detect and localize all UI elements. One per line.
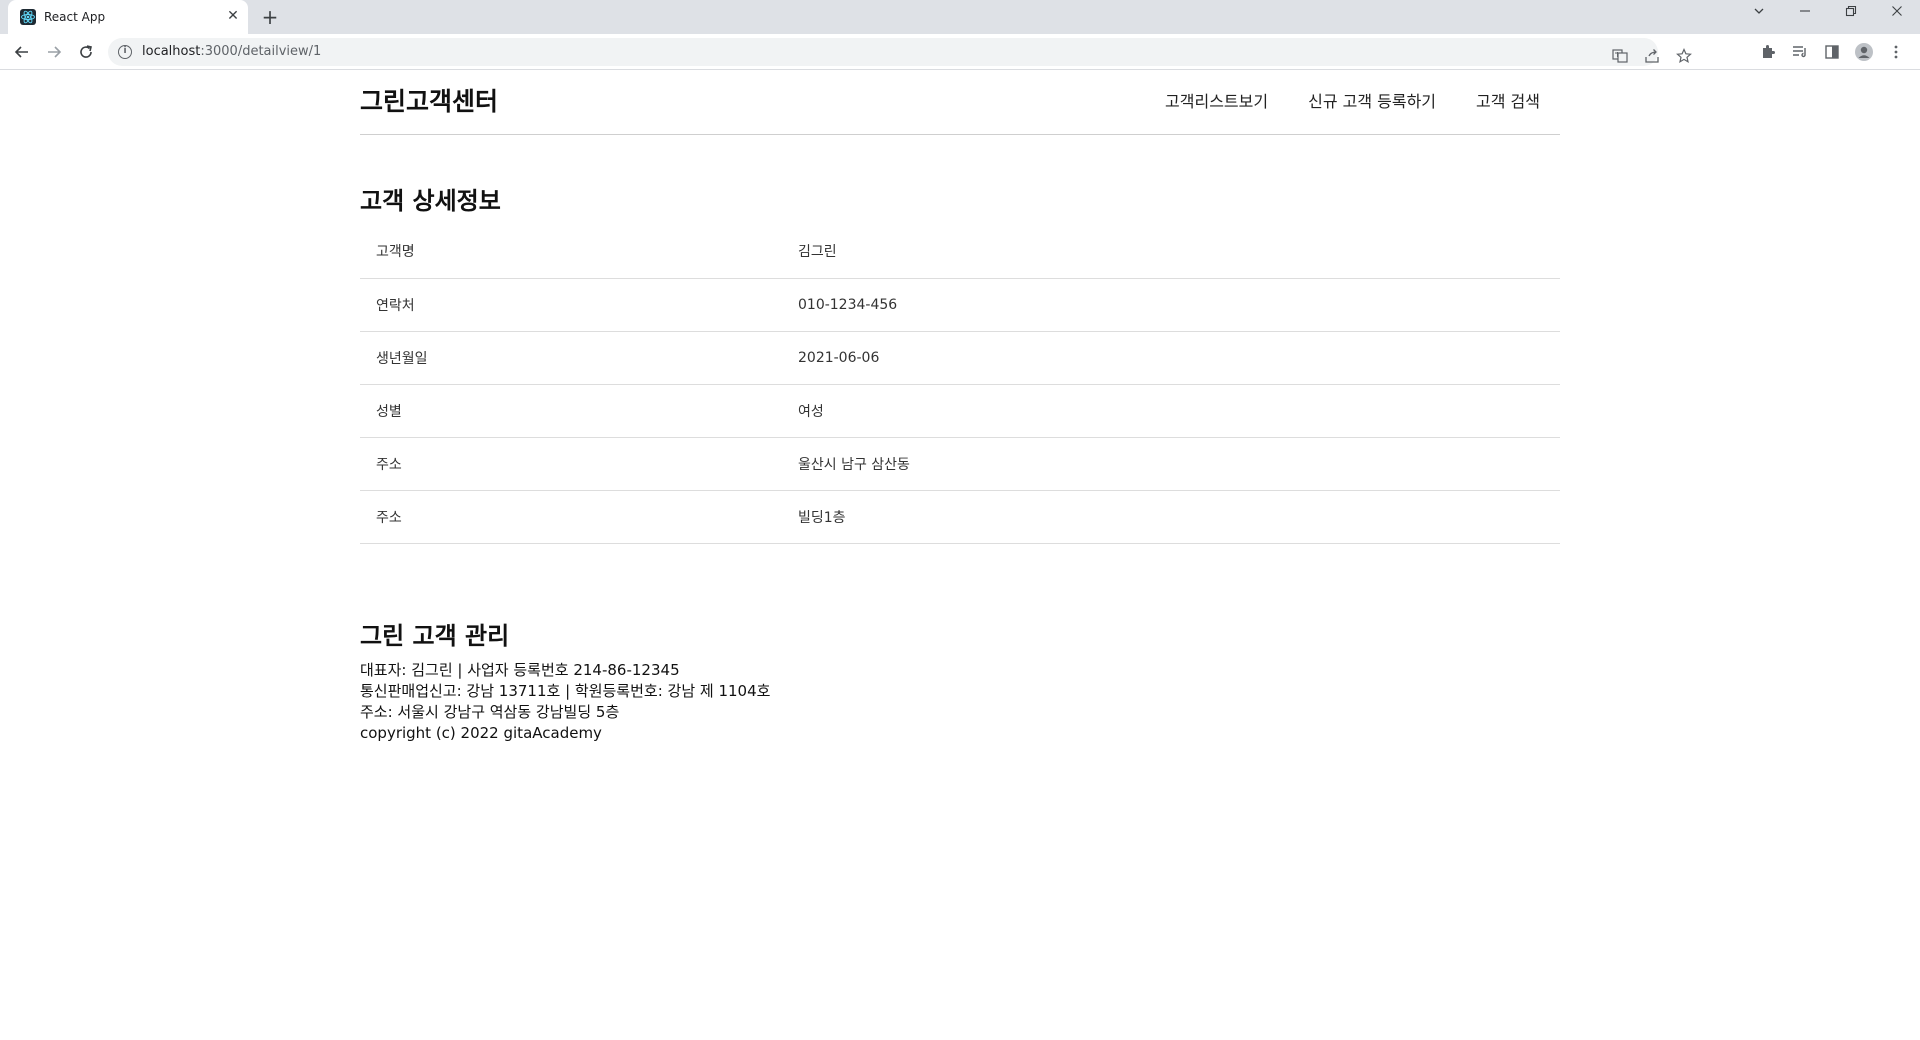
tab-title: React App bbox=[44, 10, 106, 24]
restore-icon[interactable] bbox=[1830, 0, 1872, 28]
kebab-menu-icon[interactable] bbox=[1882, 38, 1910, 66]
table-row: 고객명 김그린 bbox=[360, 225, 1560, 279]
field-label: 연락처 bbox=[360, 278, 798, 332]
star-icon[interactable] bbox=[1670, 42, 1698, 70]
field-value: 010-1234-456 bbox=[798, 278, 1560, 332]
footer-line: copyright (c) 2022 gitaAcademy bbox=[360, 724, 602, 742]
info-icon[interactable]: i bbox=[118, 45, 132, 59]
table-row: 주소 울산시 남구 삼산동 bbox=[360, 437, 1560, 491]
table-row: 성별 여성 bbox=[360, 384, 1560, 438]
footer-title: 그린 고객 관리 bbox=[360, 622, 510, 650]
close-tab-icon[interactable]: ✕ bbox=[224, 7, 242, 25]
menu-new-customer[interactable]: 신규 고객 등록하기 bbox=[1308, 92, 1436, 112]
page-container: 그린고객센터 고객리스트보기 신규 고객 등록하기 고객 검색 고객 상세정보 … bbox=[360, 70, 1560, 742]
arrow-left-icon[interactable] bbox=[8, 38, 36, 66]
customer-detail-table: 고객명 김그린 연락처 010-1234-456 생년월일 2021-06-06… bbox=[360, 225, 1560, 544]
field-value: 김그린 bbox=[798, 225, 1560, 279]
close-window-icon[interactable] bbox=[1876, 0, 1918, 28]
footer-line: 통신판매업신고: 강남 13711호 | 학원등록번호: 강남 제 1104호 bbox=[360, 682, 771, 700]
side-panel-icon[interactable] bbox=[1818, 38, 1846, 66]
table-row: 주소 빌딩1층 bbox=[360, 490, 1560, 544]
field-label: 주소 bbox=[360, 490, 798, 544]
field-value: 2021-06-06 bbox=[798, 331, 1560, 385]
puzzle-icon[interactable] bbox=[1754, 38, 1782, 66]
main-menu: 고객리스트보기 신규 고객 등록하기 고객 검색 bbox=[1165, 92, 1540, 112]
arrow-right-icon[interactable] bbox=[40, 38, 68, 66]
field-label: 생년월일 bbox=[360, 331, 798, 385]
site-brand[interactable]: 그린고객센터 bbox=[360, 86, 498, 118]
field-label: 고객명 bbox=[360, 225, 798, 279]
browser-tab[interactable]: React App ✕ bbox=[8, 0, 248, 34]
url-text[interactable]: localhost:3000/detailview/1 bbox=[142, 44, 321, 60]
field-label: 주소 bbox=[360, 437, 798, 491]
translate-icon[interactable] bbox=[1606, 42, 1634, 70]
table-row: 생년월일 2021-06-06 bbox=[360, 331, 1560, 385]
profile-icon[interactable] bbox=[1850, 38, 1878, 66]
table-row: 연락처 010-1234-456 bbox=[360, 278, 1560, 332]
address-bar[interactable]: i localhost:3000/detailview/1 bbox=[108, 38, 1692, 66]
page-title: 고객 상세정보 bbox=[360, 187, 501, 215]
minimize-icon[interactable] bbox=[1784, 0, 1826, 28]
reading-list-icon[interactable] bbox=[1786, 38, 1814, 66]
react-icon bbox=[20, 9, 36, 25]
field-value: 빌딩1층 bbox=[798, 490, 1560, 544]
footer-line: 주소: 서울시 강남구 역삼동 강남빌딩 5층 bbox=[360, 703, 620, 721]
menu-customer-search[interactable]: 고객 검색 bbox=[1476, 92, 1540, 112]
field-value: 울산시 남구 삼산동 bbox=[798, 437, 1560, 491]
new-tab-button[interactable]: + bbox=[258, 5, 282, 29]
share-icon[interactable] bbox=[1638, 42, 1666, 70]
tab-search-icon[interactable] bbox=[1738, 0, 1780, 28]
field-label: 성별 bbox=[360, 384, 798, 438]
reload-icon[interactable] bbox=[72, 38, 100, 66]
field-value: 여성 bbox=[798, 384, 1560, 438]
browser-toolbar: i localhost:3000/detailview/1 bbox=[0, 34, 1920, 70]
site-footer: 그린 고객 관리 대표자: 김그린 | 사업자 등록번호 214-86-1234… bbox=[360, 620, 1560, 744]
site-header: 그린고객센터 고객리스트보기 신규 고객 등록하기 고객 검색 bbox=[360, 70, 1560, 135]
browser-tab-strip: React App ✕ + bbox=[0, 0, 1920, 34]
footer-line: 대표자: 김그린 | 사업자 등록번호 214-86-12345 bbox=[360, 661, 680, 679]
menu-customer-list[interactable]: 고객리스트보기 bbox=[1165, 92, 1268, 112]
